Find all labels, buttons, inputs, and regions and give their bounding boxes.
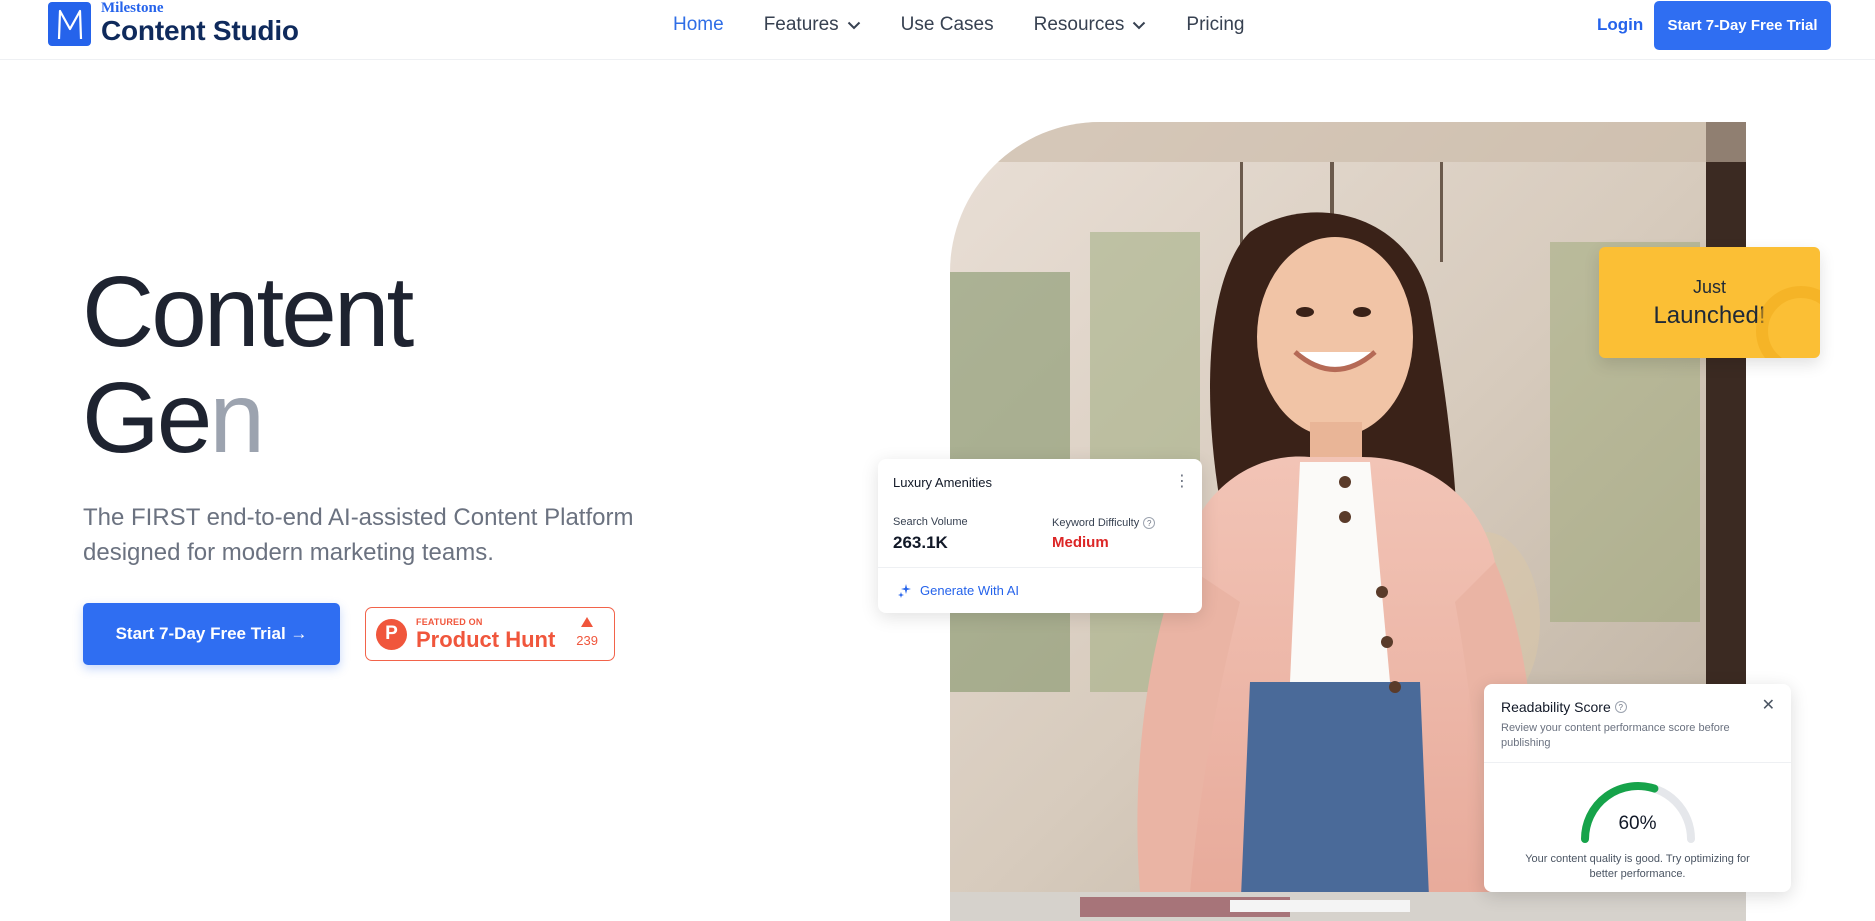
readability-description: Review your content performance score be…: [1501, 722, 1730, 749]
product-hunt-name: Product Hunt: [416, 626, 556, 652]
hero-headline-line2: Gen: [82, 368, 265, 468]
product-hunt-featured-label: FEATURED ON: [416, 616, 483, 627]
readability-title: Readability Score?: [1501, 699, 1627, 715]
arrow-right-icon: →: [290, 624, 308, 643]
product-hunt-badge[interactable]: P FEATURED ON Product Hunt 239: [365, 607, 615, 661]
readability-title-text: Readability Score: [1501, 699, 1611, 715]
nav-use-cases-label: Use Cases: [900, 14, 994, 35]
keyword-difficulty-label: Keyword Difficulty?: [1052, 517, 1156, 529]
divider: [878, 567, 1202, 568]
readability-score: 60%: [1618, 813, 1657, 834]
hero-headline-typed: Ge: [82, 362, 212, 474]
login-link[interactable]: Login: [1597, 15, 1643, 35]
nav-home-label: Home: [673, 14, 724, 35]
keyword-title: Luxury Amenities: [893, 475, 992, 490]
milestone-logo-icon: [48, 2, 91, 46]
keyword-card: Luxury Amenities ⋮ Search Volume 263.1K …: [878, 459, 1202, 613]
hero-cta-label: Start 7-Day Free Trial: [115, 624, 286, 643]
search-volume-label: Search Volume: [893, 516, 968, 528]
product-hunt-vote-count: 239: [576, 633, 598, 648]
chevron-down-icon: [1133, 21, 1146, 29]
hero-headline-typing: n: [209, 362, 265, 474]
nav-pricing-label: Pricing: [1186, 14, 1245, 35]
sparkle-icon: [898, 584, 911, 598]
nav-pricing-link[interactable]: Pricing: [1186, 14, 1244, 36]
keyword-difficulty-text: Keyword Difficulty: [1052, 517, 1140, 529]
divider: [1484, 762, 1791, 763]
keyword-difficulty-value: Medium: [1052, 534, 1109, 551]
hero-free-trial-button[interactable]: Start 7-Day Free Trial →: [83, 603, 340, 665]
product-hunt-votes: 239: [576, 617, 598, 649]
hero-headline-line1: Content: [82, 256, 414, 368]
nav-free-trial-button[interactable]: Start 7-Day Free Trial: [1654, 1, 1831, 50]
brand-subtitle: Milestone: [101, 0, 164, 16]
search-volume-value: 263.1K: [893, 533, 948, 552]
generate-with-ai-button[interactable]: Generate With AI: [897, 583, 1019, 598]
readability-card: Readability Score? ✕ Review your content…: [1484, 684, 1791, 892]
main-menu: Home Features Use Cases Resources Pricin…: [673, 14, 1285, 36]
brand-logo[interactable]: Milestone Content Studio: [48, 0, 299, 46]
brand-name: Content Studio: [101, 15, 299, 46]
nav-use-cases-link[interactable]: Use Cases: [901, 14, 994, 36]
top-navbar: Milestone Content Studio Home Features U…: [0, 0, 1875, 60]
readability-note: Your content quality is good. Try optimi…: [1525, 853, 1750, 880]
generate-with-ai-label: Generate With AI: [920, 583, 1019, 598]
nav-resources-label: Resources: [1033, 14, 1125, 35]
nav-features-link[interactable]: Features: [764, 14, 861, 36]
more-options-icon[interactable]: ⋮: [1174, 474, 1190, 490]
just-launched-badge: Just Launched!: [1599, 247, 1820, 358]
nav-resources-link[interactable]: Resources: [1034, 14, 1147, 36]
product-hunt-logo-icon: P: [376, 618, 407, 650]
nav-home-link[interactable]: Home: [673, 14, 724, 36]
hero-subtitle: The FIRST end-to-end AI-assisted Content…: [83, 504, 634, 566]
help-icon[interactable]: ?: [1143, 517, 1156, 529]
upvote-triangle-icon: [581, 617, 594, 627]
nav-features-label: Features: [763, 14, 839, 35]
close-icon[interactable]: ✕: [1762, 698, 1775, 714]
chevron-down-icon: [847, 21, 860, 29]
help-icon[interactable]: ?: [1614, 701, 1627, 713]
